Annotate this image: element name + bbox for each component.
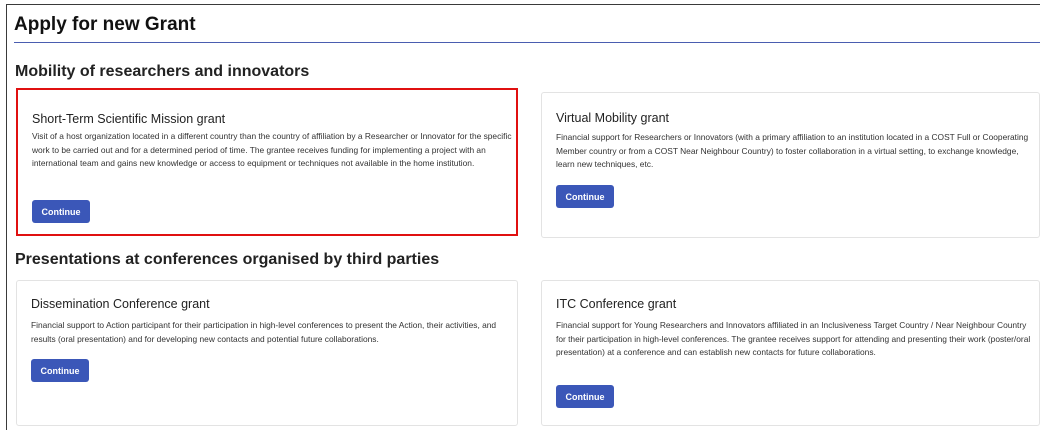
card-description: Financial support to Action participant … [31,320,497,344]
continue-button-virtual-mobility[interactable]: Continue [556,185,614,208]
continue-button-stsm[interactable]: Continue [32,200,90,223]
grant-card-dissemination-conference: Dissemination Conference grant Financial… [16,280,518,426]
card-description: Visit of a host organization located in … [32,131,512,169]
card-title: Short-Term Scientific Mission grant [32,112,226,126]
grant-card-itc-conference: ITC Conference grant Financial support f… [541,280,1040,426]
card-title: Dissemination Conference grant [31,297,210,311]
card-description: Financial support for Researchers or Inn… [556,132,1029,170]
section-title-conferences: Presentations at conferences organised b… [15,251,440,268]
grant-card-short-term-scientific-mission: Short-Term Scientific Mission grant Visi… [16,88,518,236]
card-title: Virtual Mobility grant [556,111,670,125]
grant-card-virtual-mobility: Virtual Mobility grant Financial support… [541,92,1040,238]
continue-button-itc-conference[interactable]: Continue [556,385,614,408]
continue-button-dissemination-conference[interactable]: Continue [31,359,89,382]
section-title-mobility: Mobility of researchers and innovators [15,63,310,80]
card-description: Financial support for Young Researchers … [556,320,1031,358]
card-title: ITC Conference grant [556,297,677,311]
title-divider [14,42,1040,43]
page-title: Apply for new Grant [14,14,196,35]
